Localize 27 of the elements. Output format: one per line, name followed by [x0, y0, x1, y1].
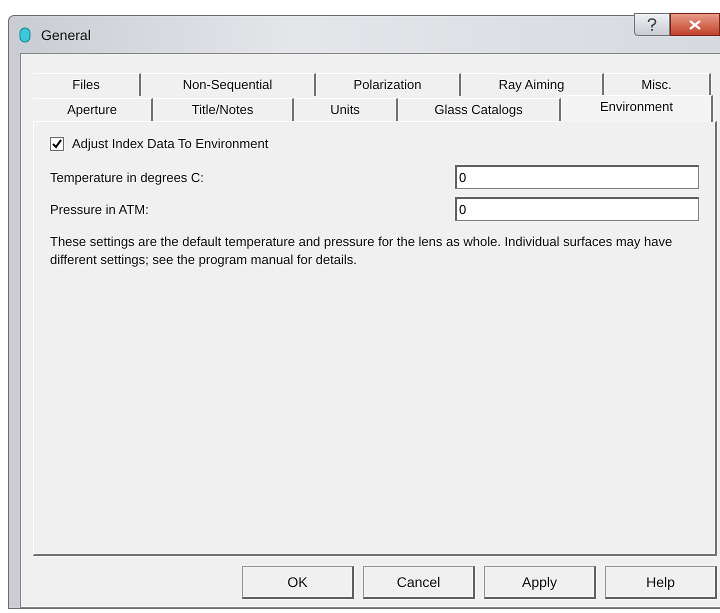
tab[interactable]: Environment [561, 95, 713, 122]
checkbox-label: Adjust Index Data To Environment [72, 136, 268, 151]
input-field[interactable]: 0 [455, 165, 699, 189]
question-icon [647, 18, 657, 32]
description-text: These settings are the default temperature and pressure for the lens as whole. Individual surfaces may have different settings; see the program manual for details. [50, 233, 674, 269]
checkbox[interactable] [50, 136, 64, 150]
tab[interactable]: Ray Aiming [461, 73, 604, 96]
app-icon [19, 26, 31, 42]
tab[interactable]: Misc. [604, 73, 711, 96]
field-label: Pressure in ATM: [50, 202, 149, 216]
field-label: Temperature in degrees C: [50, 170, 204, 184]
dialog-button[interactable]: Help [605, 566, 717, 599]
tab[interactable]: Polarization [316, 73, 461, 96]
tab[interactable]: Glass Catalogs [398, 98, 561, 121]
tab[interactable]: Aperture [33, 98, 153, 121]
dialog-button[interactable]: Apply [484, 566, 596, 599]
tab[interactable]: Non-Sequential [141, 73, 316, 96]
close-button[interactable] [670, 13, 720, 36]
tab[interactable]: Files [33, 73, 141, 96]
dialog-button[interactable]: OK [242, 566, 354, 599]
close-icon [689, 20, 701, 30]
help-button[interactable] [634, 13, 670, 36]
input-field[interactable]: 0 [455, 197, 699, 221]
tab[interactable]: Units [294, 98, 398, 121]
dialog-button[interactable]: Cancel [363, 566, 475, 599]
window-title: General [41, 26, 91, 42]
tab[interactable]: Title/Notes [153, 98, 294, 121]
